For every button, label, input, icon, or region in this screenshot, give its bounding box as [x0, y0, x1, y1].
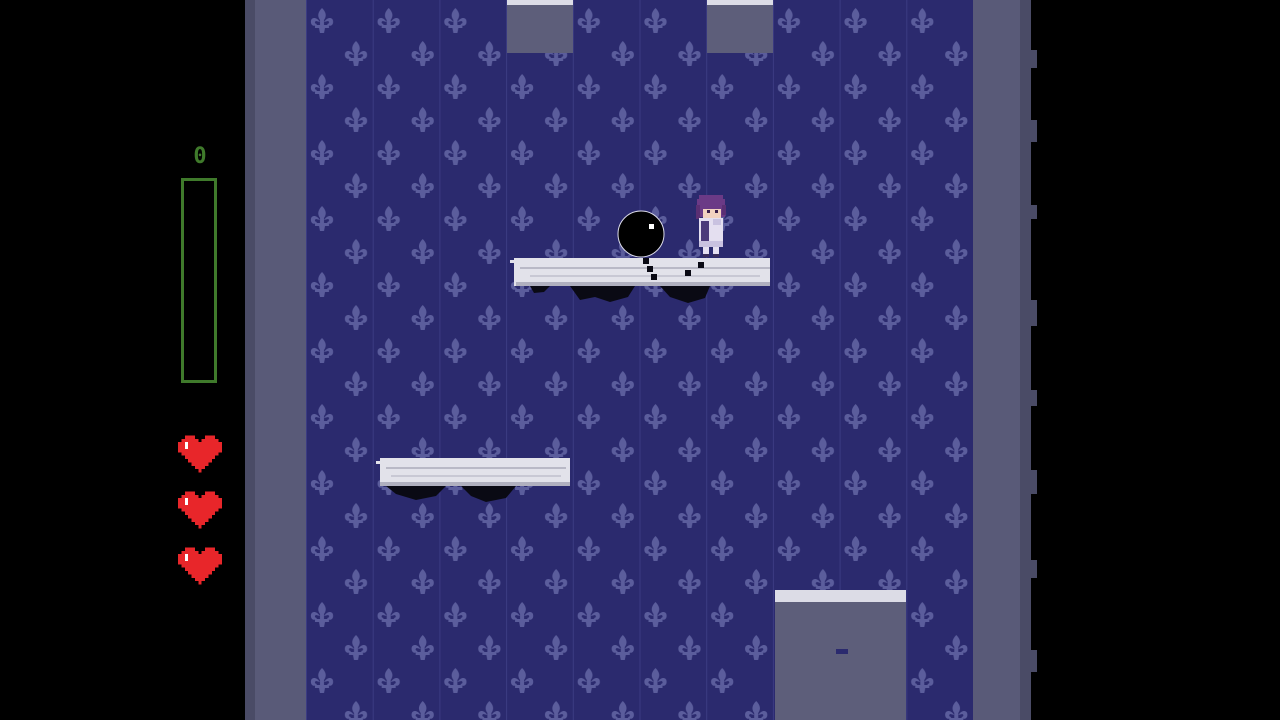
- bottom-pillar: [775, 590, 906, 720]
- energy-meter: [181, 178, 217, 383]
- score-counter: 0: [193, 144, 207, 169]
- upper-platform: [510, 255, 772, 305]
- top-pillar-right: [707, 0, 773, 53]
- right-wall-shade: [1020, 0, 1031, 720]
- heart-icon: [178, 544, 222, 588]
- heart-icon: [178, 488, 222, 532]
- left-wall-shade: [245, 0, 255, 720]
- top-pillar-left: [507, 0, 573, 53]
- right-wall-notches: [1031, 50, 1037, 672]
- lower-platform: [376, 456, 572, 504]
- black-ball-enemy: [617, 210, 665, 258]
- player-character: [696, 195, 726, 257]
- game-scene: 0: [0, 0, 1280, 720]
- heart-icon: [178, 432, 222, 476]
